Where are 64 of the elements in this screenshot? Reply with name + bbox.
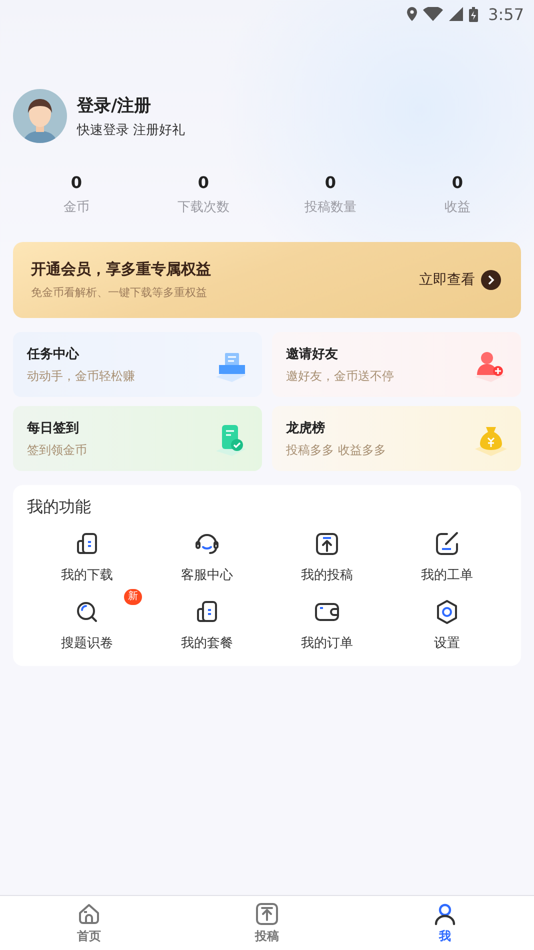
card-title: 每日签到 <box>27 420 80 436</box>
settings-icon <box>434 599 460 625</box>
document-icon <box>74 531 100 557</box>
status-time: 3:57 <box>488 4 524 24</box>
function-item[interactable]: 我的订单 <box>267 588 387 652</box>
user-icon <box>433 902 457 926</box>
stat-value: 0 <box>452 173 464 192</box>
tab-bar-item[interactable]: 投稿 <box>178 896 356 950</box>
card-subtitle: 投稿多多 收益多多 <box>286 442 386 458</box>
upload-icon <box>255 902 279 926</box>
stat-label: 金币 <box>64 199 90 216</box>
function-label: 我的订单 <box>301 635 353 652</box>
new-badge: 新 <box>124 589 142 605</box>
feature-card[interactable]: 每日签到 签到领金币 <box>13 406 262 471</box>
feature-card[interactable]: 任务中心 动动手，金币轻松赚 <box>13 332 262 397</box>
function-label: 设置 <box>434 635 460 652</box>
section-title: 我的功能 <box>27 497 92 518</box>
feature-card[interactable]: 龙虎榜 投稿多多 收益多多 <box>272 406 521 471</box>
function-item[interactable]: 客服中心 <box>147 520 267 584</box>
stat-label: 下载次数 <box>178 199 230 216</box>
login-link[interactable]: 登录/注册 <box>77 94 186 116</box>
view-now-link[interactable]: 立即查看 <box>419 271 475 289</box>
avatar-icon[interactable] <box>13 89 67 143</box>
banner-subtitle: 免金币看解析、一键下载等多重权益 <box>31 285 208 300</box>
banner-title: 开通会员，享多重专属权益 <box>31 260 211 279</box>
edit-icon <box>434 531 460 557</box>
profile-subtitle: 快速登录 注册好礼 <box>77 122 186 138</box>
stat-label: 投稿数量 <box>304 199 356 216</box>
home-icon <box>77 902 101 926</box>
function-label: 搜题识卷 <box>61 635 113 652</box>
stat-value: 0 <box>198 173 210 192</box>
upload-icon <box>314 531 340 557</box>
tab-bar-item[interactable]: 首页 <box>0 896 178 950</box>
card-title: 龙虎榜 <box>286 420 326 436</box>
card-subtitle: 动动手，金币轻松赚 <box>27 368 135 384</box>
function-label: 我的工单 <box>421 567 473 584</box>
function-item[interactable]: 设置 <box>387 588 507 652</box>
wifi-icon <box>423 7 444 21</box>
card-title: 邀请好友 <box>286 346 339 362</box>
headset-icon <box>194 531 220 557</box>
stat-value: 0 <box>70 173 82 192</box>
function-label: 客服中心 <box>181 567 233 584</box>
chevron-right-icon <box>481 270 501 290</box>
vip-banner[interactable]: 开通会员，享多重专属权益 免金币看解析、一键下载等多重权益 立即查看 <box>13 242 521 318</box>
card-title: 任务中心 <box>27 346 80 362</box>
battery-icon <box>469 6 478 22</box>
document-icon <box>194 599 220 625</box>
tab-bar-item[interactable]: 我 <box>356 896 534 950</box>
card-subtitle: 签到领金币 <box>27 442 87 458</box>
stat-value: 0 <box>324 173 336 192</box>
function-item[interactable]: 我的投稿 <box>267 520 387 584</box>
location-icon <box>407 7 418 21</box>
function-label: 我的套餐 <box>181 635 233 652</box>
function-item[interactable]: 我的工单 <box>387 520 507 584</box>
feature-card[interactable]: 邀请好友 邀好友，金币送不停 <box>272 332 521 397</box>
function-item[interactable]: 我的下载 <box>27 520 147 584</box>
function-item[interactable]: 新 搜题识卷 <box>27 588 147 652</box>
function-label: 我的投稿 <box>301 567 353 584</box>
card-subtitle: 邀好友，金币送不停 <box>286 368 394 384</box>
function-item[interactable]: 我的套餐 <box>147 588 267 652</box>
function-label: 我的下载 <box>61 567 113 584</box>
signal-icon <box>449 7 464 21</box>
stat-label: 收益 <box>444 199 470 216</box>
search-icon <box>74 599 100 625</box>
